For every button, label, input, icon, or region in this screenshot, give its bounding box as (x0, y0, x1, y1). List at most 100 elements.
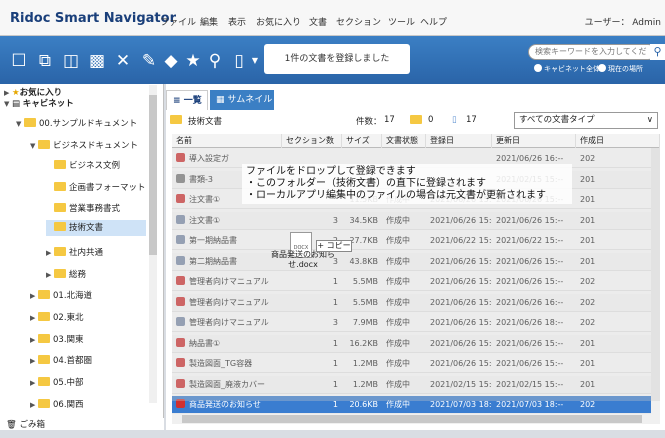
cabinet-icon: ▤ (12, 99, 21, 109)
menu-tools[interactable]: ツール (388, 15, 415, 28)
tree-item-tech-docs[interactable]: 技術文書 (46, 220, 146, 236)
star-icon[interactable]: ★ (182, 50, 204, 72)
tree-cabinet[interactable]: ▼ ▤ キャビネット (4, 97, 74, 109)
folder-icon (38, 355, 50, 364)
grid-horizontal-scrollbar-thumb[interactable] (182, 415, 642, 423)
notification-toast: 1件の文書を登録しました (264, 44, 410, 74)
tree-item-kanto[interactable]: ▶ 03.関東 (30, 333, 84, 345)
menu-favorites[interactable]: お気に入り (256, 15, 301, 28)
tag-icon[interactable]: ◆ (160, 50, 182, 72)
drop-instructions: ファイルをドロップして登録できます ・このフォルダー（技術文書）の直下に登録され… (242, 164, 572, 204)
folder-up-icon[interactable] (170, 115, 185, 126)
folder-info-bar: 技術文書 件数： 17 0 ▯ 17 すべての文書タイプ ∨ (170, 112, 662, 130)
tree-item-business-docs[interactable]: ▼ ビジネスドキュメント (30, 139, 138, 151)
folder-title: 技術文書 (188, 117, 223, 127)
column-updated[interactable]: 更新日 (492, 134, 576, 148)
tree-label: 技術文書 (69, 223, 104, 233)
tree-item-chubu[interactable]: ▶ 05.中部 (30, 376, 84, 388)
tab-thumbnail-label: サムネイル (227, 95, 273, 105)
duplicate-icon[interactable]: ◫ (60, 50, 82, 72)
chevron-down-icon[interactable]: ▼ (244, 50, 266, 72)
user-label: ユーザー： Admin (584, 18, 661, 28)
tree-label: 05.中部 (53, 378, 84, 388)
column-registered[interactable]: 登録日 (426, 134, 492, 148)
folder-icon (24, 118, 36, 127)
menu-bar: Ridoc Smart Navigator ファイル 編集 表示 お気に入り 文… (0, 0, 665, 36)
app-title: Ridoc Smart Navigator (10, 11, 176, 26)
tree-label: 06.関西 (53, 400, 84, 410)
edit-icon[interactable]: ✎ (138, 50, 160, 72)
radio-current-location-label: 現在の場所 (608, 65, 643, 73)
column-sections[interactable]: セクション数 (282, 134, 342, 148)
folder-icon (54, 160, 66, 169)
tree-item-sample-docs[interactable]: ▼ 00.サンプルドキュメント (16, 117, 137, 129)
doc-count: 17 (384, 115, 395, 125)
tree-label: 04.首都圏 (53, 356, 93, 366)
copy-icon[interactable]: ⧉ (34, 50, 56, 72)
folder-icon (38, 399, 50, 408)
doc-count-label: 件数： (356, 117, 382, 127)
radio-current-location[interactable]: 現在の場所 (598, 64, 643, 74)
menu-file[interactable]: ファイル (160, 15, 196, 28)
menu-document[interactable]: 文書 (309, 15, 327, 28)
tab-list[interactable]: ≡ 一覧 (166, 90, 208, 110)
tree-item-planning-format[interactable]: 企画書フォーマット (46, 181, 146, 193)
radio-cabinet-all[interactable]: キャビネット全体 (534, 64, 600, 74)
tree-item-metropolitan[interactable]: ▶ 04.首都圏 (30, 354, 92, 366)
folder-icon (38, 334, 50, 343)
grid-header: 名前 セクション数 サイズ 文書状態 登録日 更新日 作成日 (172, 134, 660, 148)
menu-view[interactable]: 表示 (228, 15, 246, 28)
tab-thumbnail[interactable]: ▦ サムネイル (210, 90, 274, 110)
cell-name-text: 商品発送のお知らせ (189, 400, 261, 409)
column-name[interactable]: 名前 (172, 134, 282, 148)
column-created[interactable]: 作成日 (576, 134, 660, 148)
folder-icon (54, 222, 66, 231)
file-count-icon: ▯ (452, 115, 457, 125)
new-document-icon[interactable]: ☐ (8, 50, 30, 72)
tree-item-sales-forms[interactable]: 営業事務書式 (46, 202, 120, 214)
trash-item[interactable]: 🗑 ごみ箱 (0, 418, 164, 430)
search-button-icon[interactable]: ⚲ (650, 44, 665, 60)
tree-item-business-examples[interactable]: ビジネス文例 (46, 159, 120, 171)
sidebar-scrollbar-thumb[interactable] (149, 95, 157, 255)
search-input[interactable]: 検索キーワードを入力してくだ (528, 44, 656, 60)
cabinet-label: キャビネット (22, 99, 74, 109)
trash-icon: 🗑 (6, 420, 17, 430)
folder-icon (38, 377, 50, 386)
file-count: 17 (466, 115, 477, 125)
column-size[interactable]: サイズ (342, 134, 382, 148)
tab-list-label: 一覧 (183, 96, 202, 106)
tree-label: 企画書フォーマット (69, 183, 146, 193)
dragged-file-name: 商品発送のお知らせ.docx (271, 250, 335, 269)
folder-icon (54, 269, 66, 278)
drop-line-2: ・このフォルダー（技術文書）の直下に登録されます (246, 178, 486, 189)
folder-count-icon (410, 115, 425, 126)
copy-badge: + コピー (316, 240, 352, 252)
menu-edit[interactable]: 編集 (200, 15, 218, 28)
folder-icon (38, 312, 50, 321)
doctype-select[interactable]: すべての文書タイプ ∨ (514, 112, 658, 129)
tree-item-general-affairs[interactable]: ▶ 総務 (46, 268, 86, 280)
delete-icon[interactable]: ✕ (112, 50, 134, 72)
tree-item-hokkaido[interactable]: ▶ 01.北海道 (30, 289, 92, 301)
tree-item-kansai[interactable]: ▶ 06.関西 (30, 398, 84, 410)
folder-icon (54, 182, 66, 191)
tree-item-internal[interactable]: ▶ 社内共通 (46, 246, 103, 258)
menu-help[interactable]: ヘルプ (420, 15, 447, 28)
drop-line-3: ・ローカルアプリ編集中のファイルの場合は元文書が更新されます (246, 190, 546, 201)
paste-icon[interactable]: ▩ (86, 50, 108, 72)
tree-label: 03.関東 (53, 335, 84, 345)
chevron-down-icon: ∨ (646, 115, 653, 125)
folder-icon (54, 203, 66, 212)
folder-icon (38, 140, 50, 149)
search-icon[interactable]: ⚲ (204, 50, 226, 72)
menu-section[interactable]: セクション (336, 15, 381, 28)
folder-count: 0 (428, 115, 434, 125)
tree-label: 01.北海道 (53, 291, 93, 301)
column-status[interactable]: 文書状態 (382, 134, 426, 148)
radio-cabinet-all-label: キャビネット全体 (544, 65, 600, 73)
drop-line-1: ファイルをドロップして登録できます (246, 166, 416, 177)
tree-item-tohoku[interactable]: ▶ 02.東北 (30, 311, 84, 323)
folder-icon (54, 247, 66, 256)
tree-label: ビジネスドキュメント (53, 141, 139, 151)
